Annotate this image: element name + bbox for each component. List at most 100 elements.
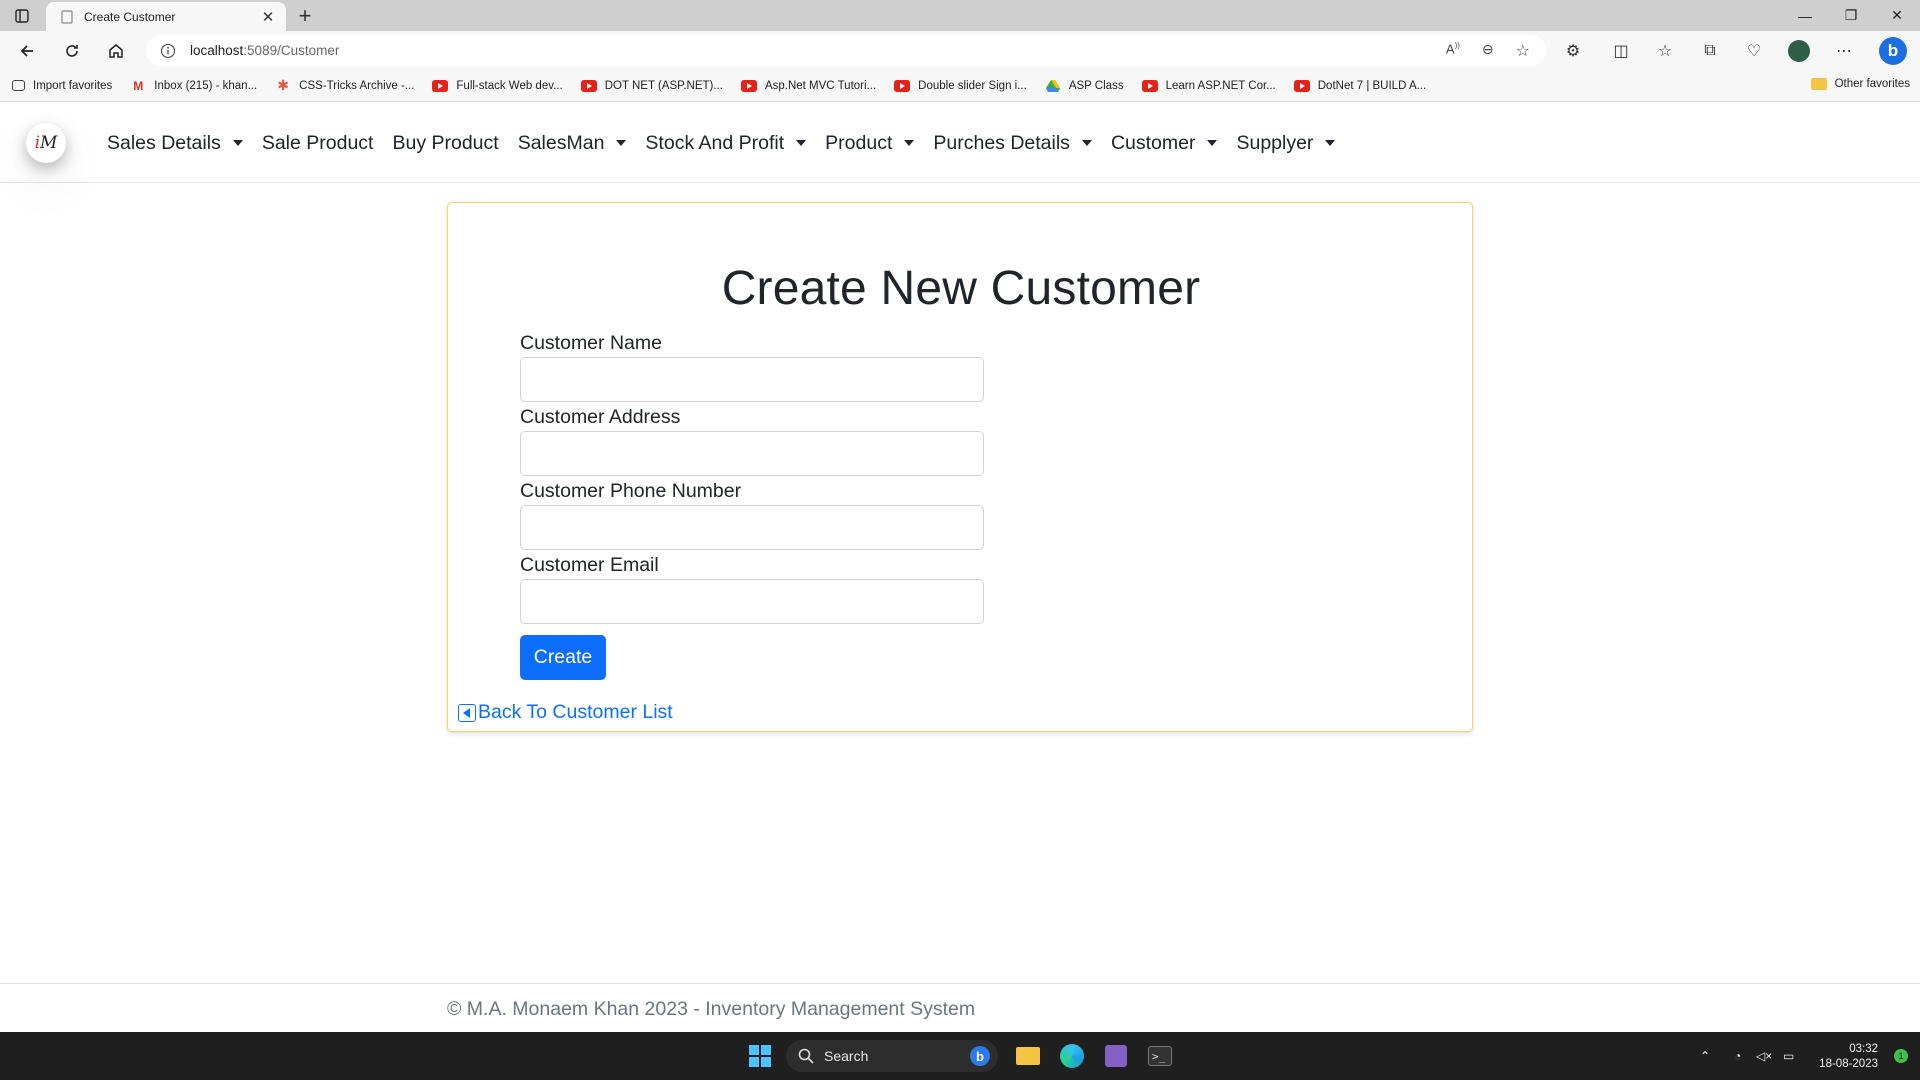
favorite-asp-class[interactable]: ASP Class [1045, 79, 1124, 92]
create-button[interactable]: Create [520, 635, 606, 680]
more-options-icon[interactable]: ⋯ [1831, 38, 1857, 64]
show-hidden-icons-icon[interactable]: ⌃ [1700, 1032, 1710, 1080]
close-window-icon[interactable]: ✕ [1874, 0, 1920, 31]
back-link-label: Back To Customer List [478, 701, 673, 723]
footer-copyright: © M.A. Monaem Khan 2023 - Inventory Mana… [447, 998, 976, 1020]
windows-start-icon[interactable] [744, 1040, 776, 1072]
taskbar-search[interactable]: Search b [786, 1040, 998, 1072]
restore-icon[interactable]: ❐ [1828, 0, 1874, 31]
back-arrow-icon[interactable] [14, 38, 40, 64]
menu-purches-details[interactable]: Purches Details [933, 132, 1092, 155]
page-title: Create New Customer [721, 262, 1201, 315]
menu-sales-details[interactable]: Sales Details [107, 132, 243, 155]
customer-email-input[interactable] [520, 579, 984, 624]
site-logo[interactable]: iM [26, 123, 66, 163]
favorite-css-tricks[interactable]: ✱ CSS-Tricks Archive -... [275, 77, 414, 93]
file-explorer-icon[interactable] [1012, 1040, 1044, 1072]
youtube-icon [1141, 79, 1158, 92]
visual-studio-icon[interactable] [1100, 1040, 1132, 1072]
back-to-customer-list-link[interactable]: Back To Customer List [458, 701, 673, 724]
favorite-youtube-3[interactable]: Asp.Net MVC Tutori... [740, 79, 876, 92]
favorite-import[interactable]: Import favorites [12, 80, 112, 92]
other-favorites[interactable]: Other favorites [1810, 78, 1910, 90]
collections-icon[interactable]: ⧉ [1697, 38, 1723, 64]
menu-customer[interactable]: Customer [1111, 132, 1218, 155]
minimize-icon[interactable]: — [1782, 0, 1828, 31]
menu-supplyer[interactable]: Supplyer [1236, 132, 1336, 155]
address-bar: localhost:5089/Customer A)) ⊖ ☆ ⚙ ◫ ☆ ⧉ … [0, 31, 1920, 70]
bing-chat-icon[interactable]: b [1878, 36, 1908, 66]
customer-email-label: Customer Email [520, 554, 659, 576]
customer-name-input[interactable] [520, 357, 984, 402]
caret-down-icon [904, 140, 915, 146]
refresh-icon[interactable] [59, 38, 85, 64]
volume-muted-icon[interactable]: ◁× [1756, 1032, 1772, 1080]
favorite-youtube-4[interactable]: Double slider Sign i... [894, 79, 1027, 92]
browser-essentials-icon[interactable]: ♡ [1741, 38, 1767, 64]
favorite-gmail[interactable]: M Inbox (215) - khan... [130, 79, 257, 93]
favorite-youtube-2[interactable]: DOT NET (ASP.NET)... [580, 79, 723, 92]
favorite-youtube-5[interactable]: Learn ASP.NET Cor... [1141, 79, 1276, 92]
url-host: localhost [190, 43, 244, 58]
youtube-icon [1293, 79, 1310, 92]
system-clock[interactable]: 03:32 18-08-2023 [1819, 1042, 1878, 1072]
read-aloud-icon[interactable]: A)) [1446, 41, 1460, 61]
page-footer: © M.A. Monaem Khan 2023 - Inventory Mana… [0, 983, 1920, 1032]
favorites-icon[interactable]: ☆ [1652, 38, 1678, 64]
wifi-icon[interactable]: ◔ [1734, 1032, 1741, 1080]
caret-down-icon [796, 140, 807, 146]
home-icon[interactable] [103, 38, 129, 64]
menu-stock-and-profit[interactable]: Stock And Profit [645, 132, 807, 155]
youtube-icon [894, 79, 911, 92]
favorite-youtube-1[interactable]: Full-stack Web dev... [432, 79, 563, 92]
caret-down-icon [616, 140, 627, 146]
search-icon [798, 1048, 814, 1064]
close-tab-icon[interactable]: ✕ [260, 9, 276, 26]
site-info-icon[interactable] [160, 43, 176, 59]
profile-avatar[interactable] [1786, 38, 1812, 64]
os-taskbar: Search b >_ ⌃ ◔ ◁× ▭ 03:32 18-08-2023 1 [0, 1032, 1920, 1080]
customer-address-label: Customer Address [520, 406, 681, 428]
menu-sale-product[interactable]: Sale Product [262, 132, 374, 155]
caret-down-icon [1207, 140, 1218, 146]
tab-title: Create Customer [84, 9, 176, 24]
browser-tab-active[interactable]: Create Customer ✕ [46, 2, 286, 31]
bing-icon: b [970, 1046, 990, 1066]
customer-name-label: Customer Name [520, 332, 662, 354]
page-favicon-icon [61, 9, 73, 24]
create-customer-card: Create New Customer Customer Name Custom… [447, 202, 1473, 732]
new-tab-button[interactable]: + [294, 5, 316, 27]
caret-down-icon [232, 140, 243, 146]
customer-phone-label: Customer Phone Number [520, 480, 742, 502]
url-field[interactable]: localhost:5089/Customer A)) ⊖ ☆ [146, 35, 1546, 66]
main-menu: Sales Details Sale Product Buy Product S… [107, 103, 1354, 183]
url-path: :5089/Customer [243, 43, 340, 58]
split-screen-icon[interactable]: ◫ [1608, 38, 1634, 64]
edge-browser-icon[interactable] [1056, 1040, 1088, 1072]
browser-tabstrip: Create Customer ✕ + — ❐ ✕ [0, 0, 1920, 31]
favorite-star-icon[interactable]: ☆ [1516, 41, 1530, 61]
youtube-icon [580, 79, 597, 92]
site-navbar: iM Sales Details Sale Product Buy Produc… [0, 103, 1920, 183]
customer-phone-input[interactable] [520, 505, 984, 550]
favorite-youtube-6[interactable]: DotNet 7 | BUILD A... [1293, 79, 1426, 92]
import-icon [12, 80, 25, 91]
customer-address-input[interactable] [520, 431, 984, 476]
notification-badge[interactable]: 1 [1894, 1049, 1908, 1063]
menu-product[interactable]: Product [825, 132, 915, 155]
zoom-icon[interactable]: ⊖ [1482, 41, 1494, 61]
folder-icon [1810, 78, 1827, 90]
terminal-icon[interactable]: >_ [1144, 1040, 1176, 1072]
clock-date: 18-08-2023 [1819, 1058, 1878, 1070]
menu-salesman[interactable]: SalesMan [518, 132, 627, 155]
caret-left-square-icon [458, 703, 476, 722]
youtube-icon [432, 79, 449, 92]
css-tricks-icon: ✱ [277, 77, 290, 93]
youtube-icon [740, 79, 757, 92]
tab-actions-icon[interactable] [12, 6, 32, 26]
battery-icon[interactable]: ▭ [1783, 1032, 1794, 1080]
caret-down-icon [1325, 140, 1336, 146]
menu-buy-product[interactable]: Buy Product [392, 132, 498, 155]
extensions-icon[interactable]: ⚙ [1560, 38, 1586, 64]
clock-time: 03:32 [1849, 1043, 1878, 1055]
